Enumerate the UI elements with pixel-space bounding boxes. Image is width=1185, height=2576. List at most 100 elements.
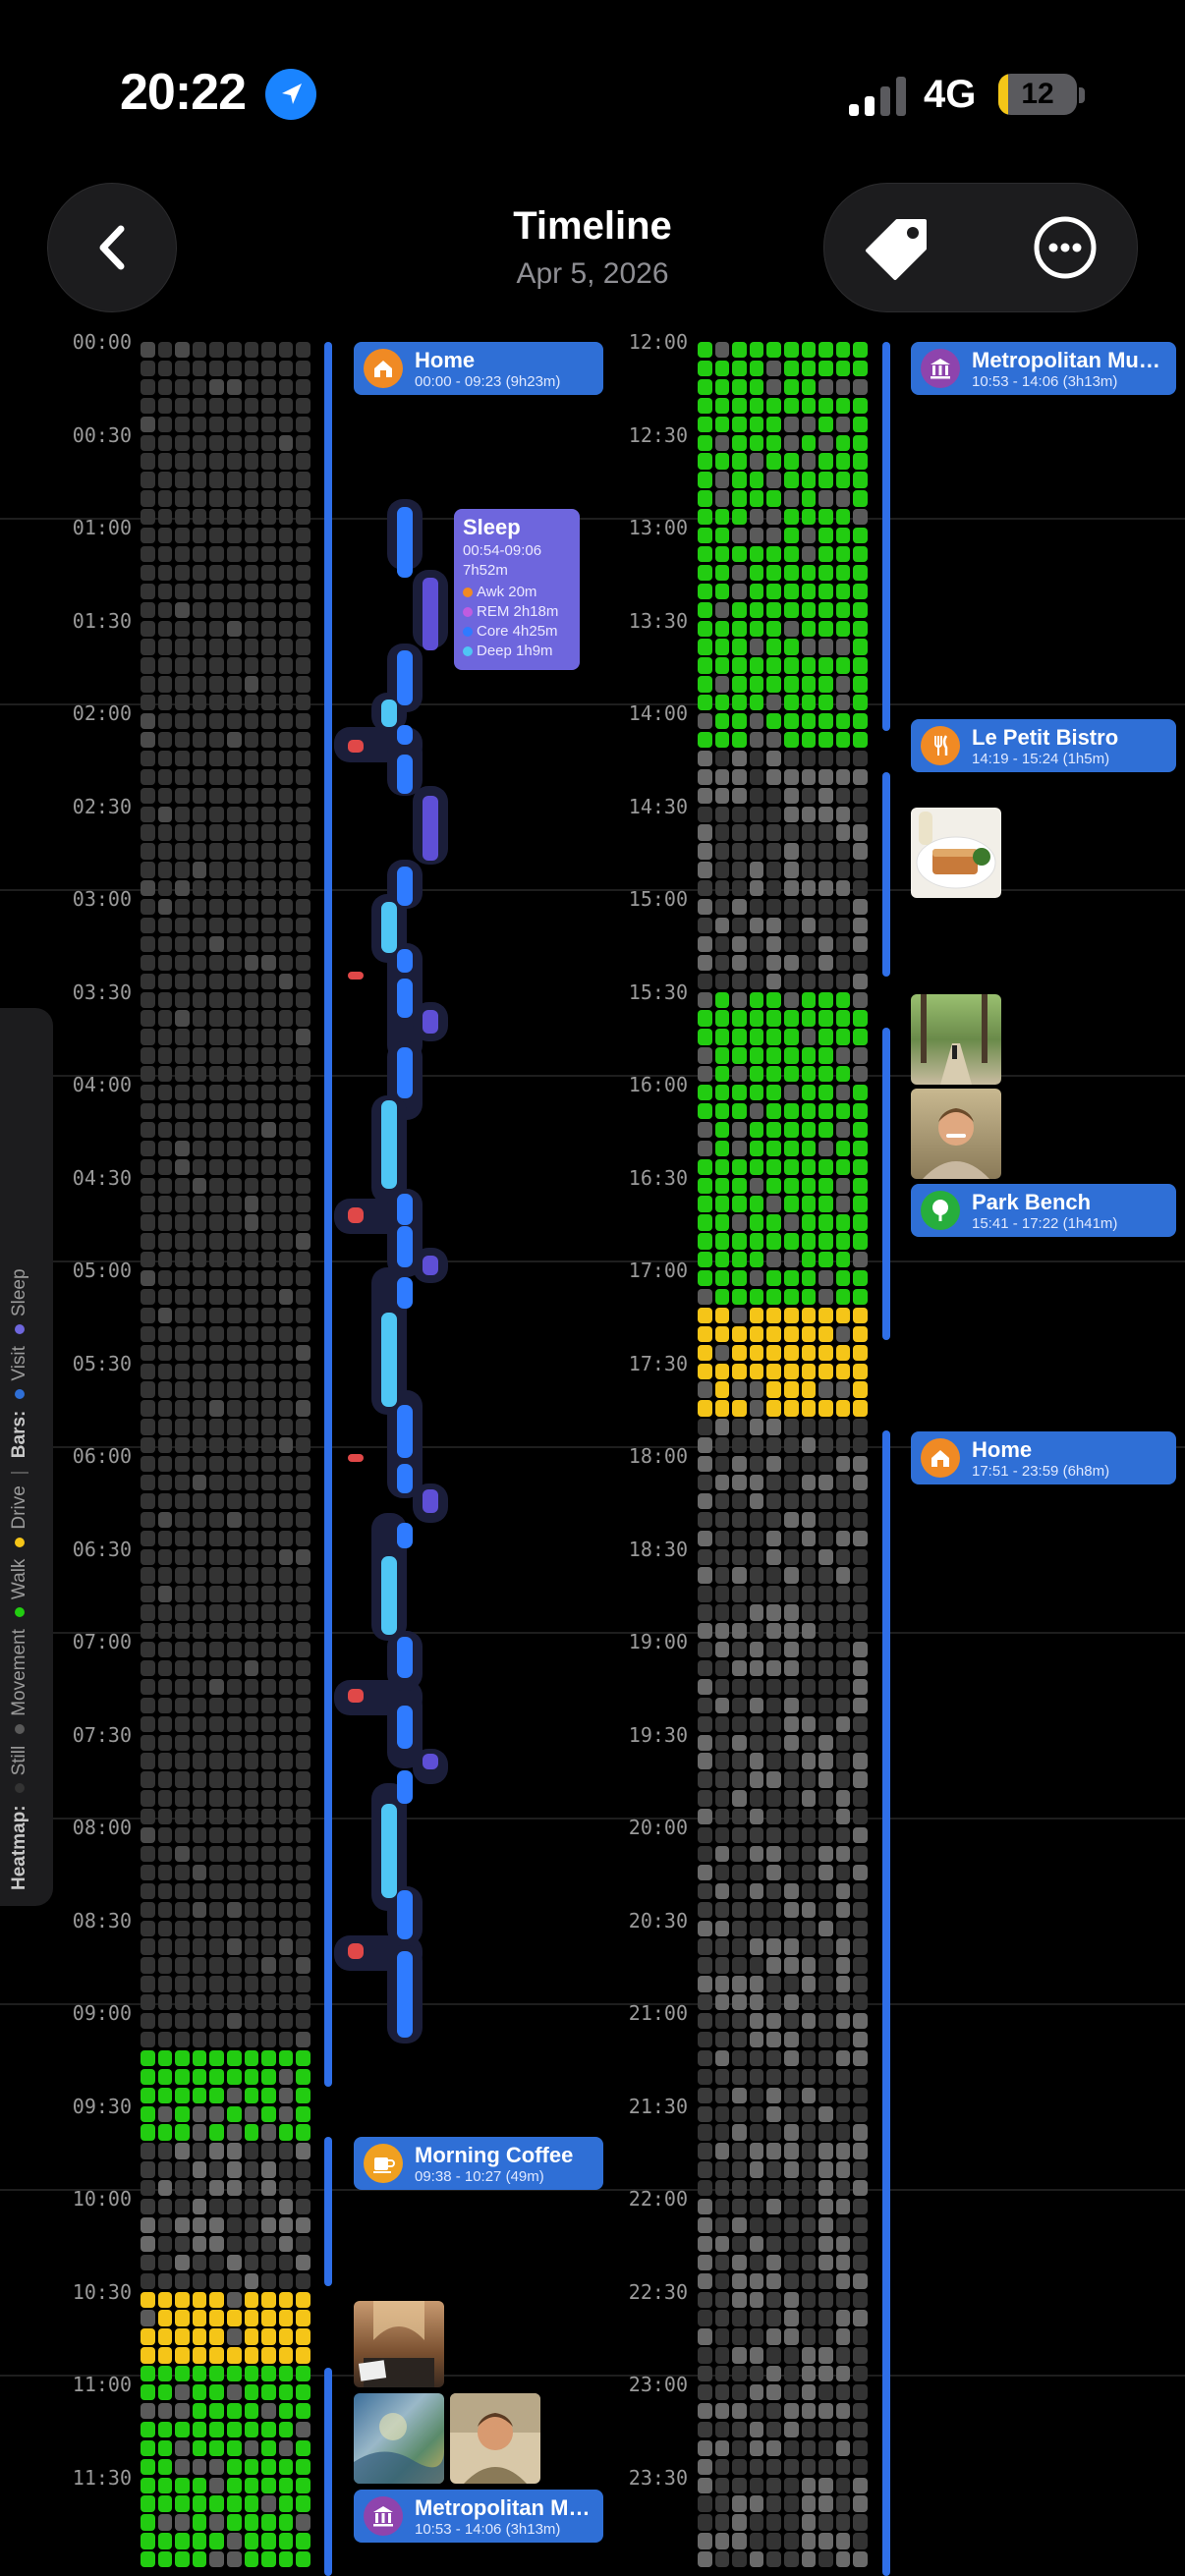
heatmap-cell	[732, 676, 747, 693]
photo-park[interactable]	[911, 994, 1001, 1085]
heatmap-cell	[766, 2199, 781, 2215]
heatmap-cell	[296, 1419, 310, 1435]
heatmap-cell	[175, 1381, 190, 1398]
visit-card[interactable]: Park Bench 15:41 - 17:22 (1h41m)	[911, 1184, 1176, 1237]
heatmap-cell	[853, 1252, 868, 1268]
heatmap-cell	[766, 954, 781, 972]
photo-painting[interactable]	[354, 2393, 444, 2484]
visit-card[interactable]: Le Petit Bistro 14:19 - 15:24 (1h5m)	[911, 719, 1176, 772]
heatmap-cell	[801, 2551, 817, 2568]
heatmap-cell	[732, 991, 747, 1008]
heatmap-cell	[801, 2272, 817, 2289]
heatmap-cell	[766, 397, 781, 415]
heatmap-cell	[732, 1809, 747, 1825]
heatmap-cell	[784, 601, 799, 618]
tag-button[interactable]	[854, 203, 942, 292]
heatmap-cell	[209, 1511, 224, 1529]
heatmap-cell	[227, 899, 242, 916]
heatmap-cell	[175, 880, 190, 897]
heatmap-cell	[749, 1642, 764, 1658]
heatmap-cell	[141, 342, 155, 359]
heatmap-cell	[749, 342, 764, 359]
heatmap-cell	[766, 1697, 781, 1714]
heatmap-cell	[853, 342, 868, 359]
photo-portrait[interactable]	[911, 1089, 1001, 1179]
visit-card[interactable]: Metropolitan Museum of Art 10:53 - 14:06…	[354, 2490, 603, 2543]
photo-food[interactable]	[911, 808, 1001, 898]
heatmap-cell	[278, 843, 294, 860]
heatmap-cell	[766, 360, 781, 377]
heatmap-cell	[714, 1325, 730, 1343]
visit-card[interactable]: Metropolitan Museum of Art 10:53 - 14:06…	[911, 342, 1176, 395]
visit-card[interactable]: Morning Coffee 09:38 - 10:27 (49m)	[354, 2137, 603, 2190]
heatmap-cell	[141, 1102, 155, 1120]
heatmap-cell	[157, 2458, 173, 2475]
heatmap-cell	[749, 2366, 764, 2382]
heatmap-cell	[818, 2402, 833, 2420]
heatmap-cell	[749, 1140, 764, 1157]
heatmap-cell	[244, 1715, 259, 1732]
heatmap-cell	[209, 1047, 224, 1064]
heatmap-cell	[801, 695, 817, 711]
heatmap-cell	[141, 1381, 155, 1398]
heatmap-cell	[192, 2216, 207, 2234]
heatmap-cell	[818, 2105, 833, 2122]
heatmap-cell	[175, 1845, 190, 1863]
heatmap-cell	[698, 1976, 712, 1992]
heatmap-cell	[835, 1400, 851, 1417]
heatmap-cell	[209, 1400, 224, 1417]
heatmap-cell	[835, 1734, 851, 1751]
heatmap-cell	[766, 472, 781, 488]
heatmap-cell	[192, 1102, 207, 1120]
heatmap-cell	[766, 2272, 781, 2289]
heatmap-cell	[749, 2013, 764, 2030]
heatmap-cell	[698, 768, 712, 786]
heatmap-cell	[227, 1511, 242, 1529]
heatmap-cell	[749, 2421, 764, 2438]
heatmap-cell	[801, 434, 817, 451]
heatmap-cell	[835, 1307, 851, 1324]
heatmap-cell	[227, 1363, 242, 1379]
heatmap-cell	[192, 360, 207, 377]
sleep-duration: 7h52m	[463, 562, 508, 579]
sleep-card[interactable]: Sleep 00:54-09:06 7h52m Awk 20m REM 2h18…	[454, 509, 580, 670]
heatmap-cell	[835, 806, 851, 822]
heatmap-cell	[835, 1158, 851, 1175]
heatmap-cell	[835, 509, 851, 526]
heatmap-cell	[766, 2551, 781, 2568]
heatmap-cell	[818, 1288, 833, 1306]
heatmap-cell	[175, 639, 190, 655]
heatmap-cell	[157, 1678, 173, 1696]
heatmap-cell	[141, 917, 155, 934]
time-label: 01:30	[72, 608, 132, 633]
heatmap-cell	[714, 1623, 730, 1640]
heatmap-cell	[261, 862, 276, 878]
photo-selfie[interactable]	[450, 2393, 540, 2484]
heatmap-cell	[141, 1140, 155, 1157]
heatmap-cell	[157, 1344, 173, 1361]
heatmap-cell	[835, 545, 851, 563]
heatmap-cell	[784, 1642, 799, 1658]
heatmap-cell	[835, 1121, 851, 1139]
heatmap-cell	[278, 2421, 294, 2438]
heatmap-cell	[175, 2254, 190, 2271]
heatmap-cell	[175, 750, 190, 767]
heatmap-cell	[784, 397, 799, 415]
heatmap-cell	[835, 1344, 851, 1361]
heatmap-cell	[192, 490, 207, 507]
heatmap-cell	[835, 1678, 851, 1696]
heatmap-cell	[732, 583, 747, 600]
heatmap-cell	[835, 787, 851, 804]
more-button[interactable]	[1021, 203, 1109, 292]
heatmap-cell	[244, 2272, 259, 2289]
heatmap-cell	[835, 1753, 851, 1769]
photo-museum-hall[interactable]	[354, 2301, 444, 2387]
heatmap-cell	[698, 1642, 712, 1658]
heatmap-cell	[192, 564, 207, 582]
visit-card[interactable]: Home 00:00 - 09:23 (9h23m)	[354, 342, 603, 395]
heatmap-cell	[784, 1938, 799, 1955]
heatmap-cell	[157, 472, 173, 488]
heatmap-cell	[714, 1214, 730, 1231]
heatmap-cell	[835, 713, 851, 730]
visit-card[interactable]: Home 17:51 - 23:59 (6h8m)	[911, 1431, 1176, 1484]
